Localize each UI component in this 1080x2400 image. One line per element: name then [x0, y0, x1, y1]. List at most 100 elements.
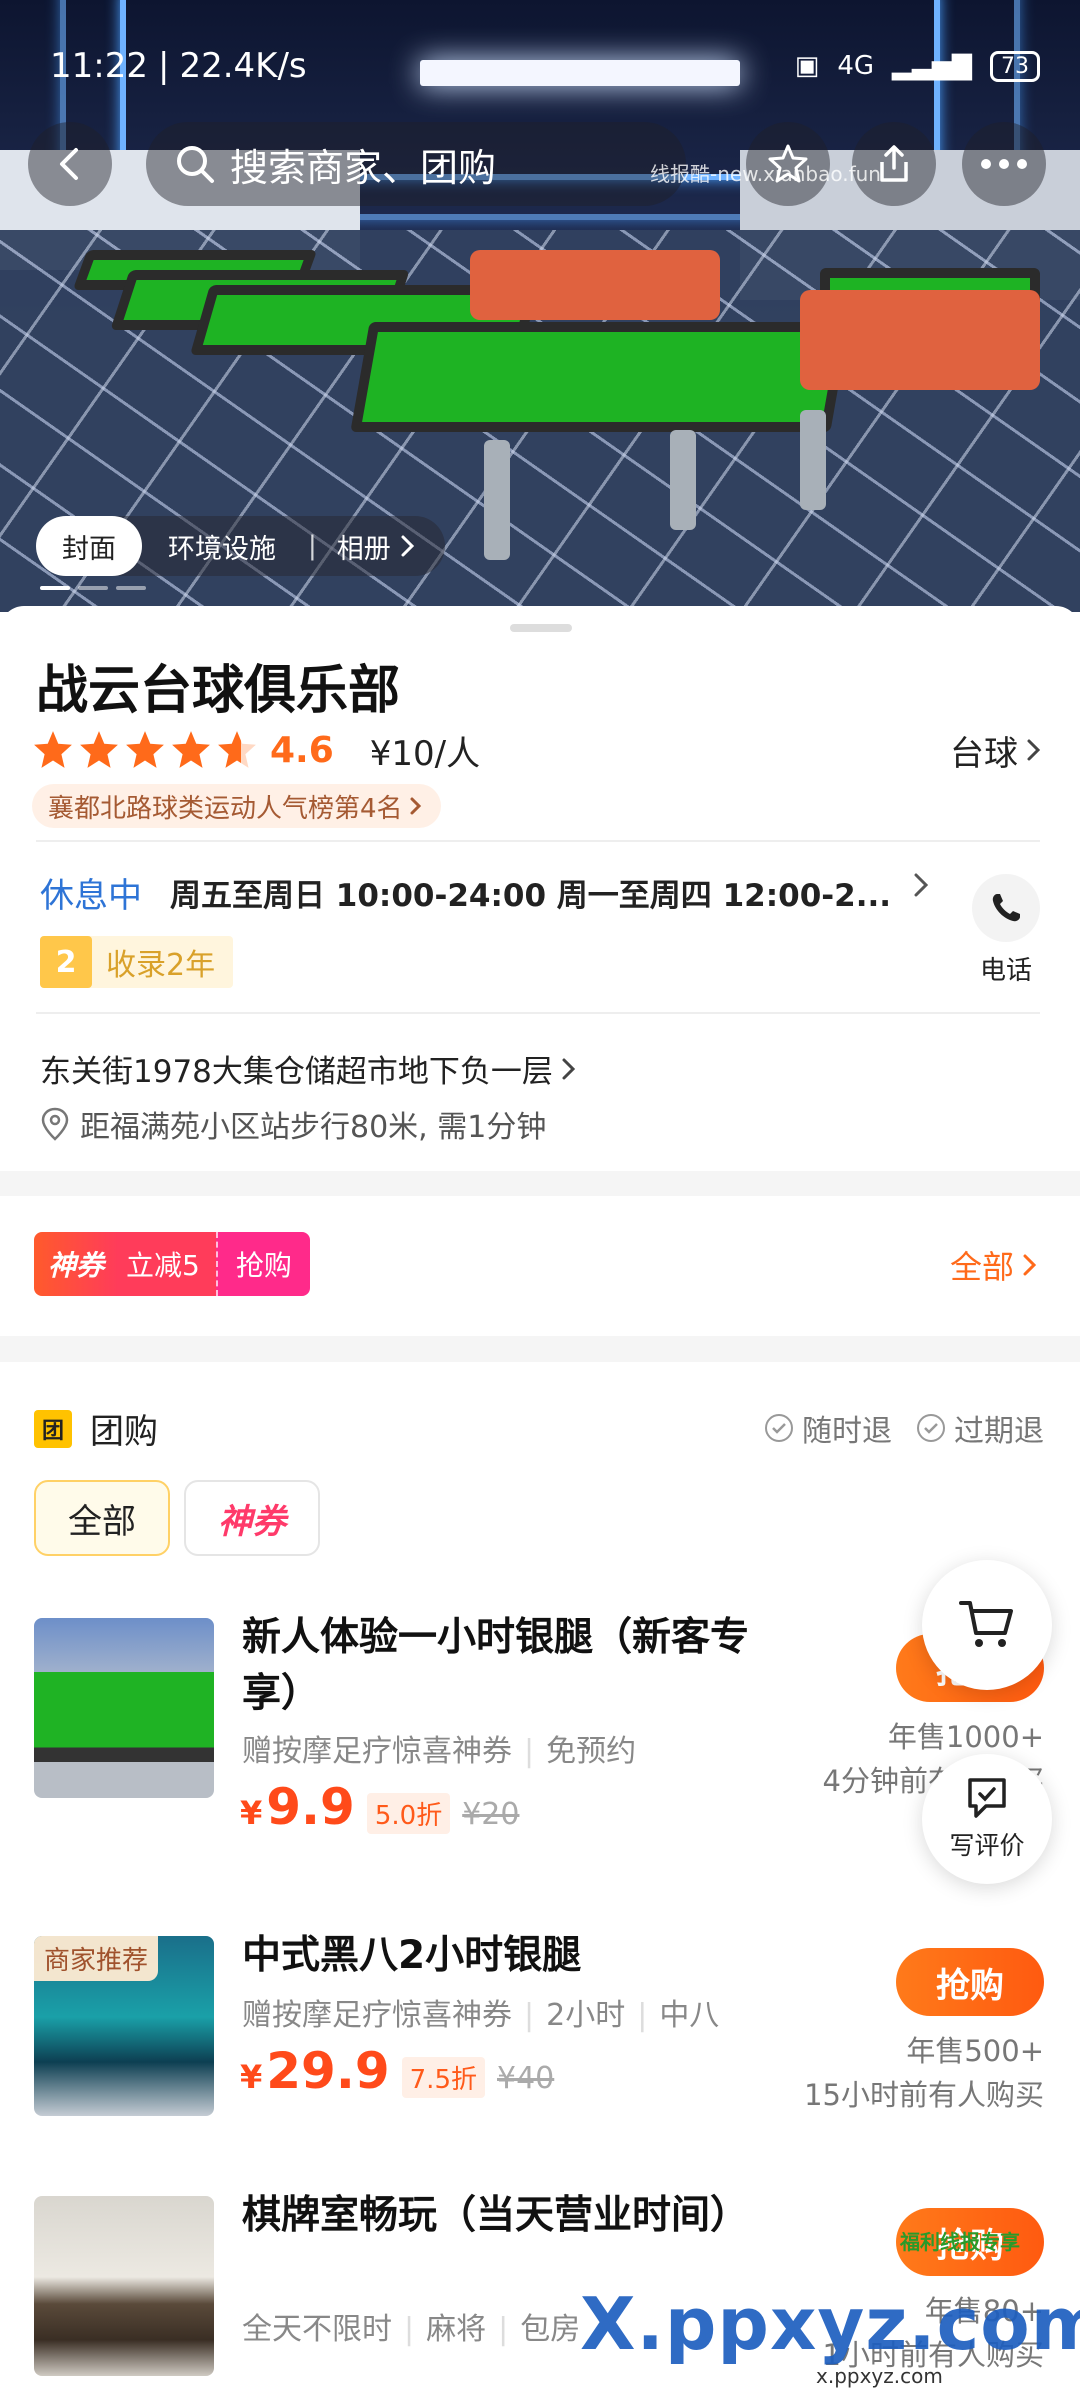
tag-separator: |	[637, 1998, 648, 2033]
search-placeholder: 搜索商家、团购	[230, 145, 497, 190]
search-box[interactable]: 搜索商家、团购	[146, 122, 686, 206]
hero-tab-album[interactable]: 相册	[323, 516, 419, 576]
divider	[36, 1012, 1040, 1014]
deal-tag: 全天不限时	[242, 2312, 392, 2347]
buy-button[interactable]: 抢购	[896, 1948, 1044, 2016]
tag-separator: |	[524, 1734, 535, 1769]
write-review-label: 写评价	[949, 1831, 1025, 1860]
distance-info: 距福满苑小区站步行80米, 需1分钟	[40, 1102, 546, 1146]
deal-price: ¥ 9.9 5.0折 ¥20	[240, 1778, 519, 1836]
deal-item[interactable]: 商家推荐 中式黑八2小时银腿 赠按摩足疗惊喜神券 | 2小时 | 中八 ¥ 29.9 7…	[0, 1933, 1080, 2156]
deal-item[interactable]: 新人体验一小时银腿（新客专享） 赠按摩足疗惊喜神券 | 免预约 ¥ 9.9 5.0折…	[0, 1615, 1080, 1838]
divider	[36, 840, 1040, 842]
merchant-recommend-badge: 商家推荐	[34, 1936, 159, 1981]
chevron-right-icon[interactable]	[910, 870, 932, 900]
phone-icon-circle	[972, 874, 1040, 942]
cart-icon	[959, 1601, 1013, 1647]
pager-dot	[78, 586, 108, 590]
hero-tab-environment[interactable]: 环境设施	[142, 516, 302, 576]
deal-original-price: ¥40	[497, 2061, 555, 2096]
phone-button[interactable]: 电话	[968, 874, 1044, 987]
business-hours-row[interactable]: 休息中 周五至周日 10:00-24:00 周一至周四 12:00-2...	[40, 862, 940, 922]
address-link[interactable]: 东关街1978大集仓储超市地下负一层	[40, 1046, 579, 1091]
coupon-discount: 立减5	[118, 1232, 216, 1296]
deal-tags: 全天不限时 | 麻将 | 包房	[242, 2304, 580, 2348]
rating-row: 4.6 ¥10/人 台球	[32, 722, 1044, 778]
tag-separator: |	[524, 1998, 535, 2033]
write-review-button[interactable]: 写评价	[922, 1754, 1052, 1884]
check-circle-icon	[765, 1414, 793, 1442]
chevron-right-icon	[401, 535, 414, 557]
deal-discount: 5.0折	[366, 1793, 451, 1834]
shop-detail-page: 11:22 | 22.4K/s ▣ 4G ▂▃▅▇ 73 搜索商家、团购 线报酷…	[0, 0, 1080, 2400]
pager-dot	[116, 586, 146, 590]
deal-filters: 全部 神券	[34, 1480, 320, 1556]
deal-thumbnail	[34, 2196, 214, 2376]
category-label: 台球	[950, 733, 1018, 774]
policy-refund-anytime: 随时退	[764, 1406, 892, 1450]
price-per-person: ¥10/人	[369, 733, 481, 774]
coupon-chip[interactable]: 神券 立减5 抢购	[34, 1232, 310, 1296]
section-gap	[0, 1336, 1080, 1362]
back-arrow-icon	[60, 148, 78, 180]
star-full-icon	[80, 731, 118, 768]
shop-name: 战云台球俱乐部	[36, 661, 401, 721]
phone-icon	[992, 894, 1020, 922]
chevron-right-icon	[410, 797, 421, 815]
chevron-right-icon	[1027, 739, 1041, 761]
drag-handle[interactable]	[510, 624, 572, 632]
star-full-icon	[34, 731, 72, 768]
battery-indicator: 73	[990, 50, 1040, 82]
hero-tab-cover[interactable]: 封面	[36, 516, 142, 576]
pool-table-front	[350, 322, 850, 432]
deal-title: 新人体验一小时银腿（新客专享）	[242, 1615, 750, 1716]
phone-label: 电话	[979, 956, 1032, 986]
rating-stars	[32, 729, 258, 771]
hero-tabs: 封面 环境设施 | 相册	[36, 516, 445, 576]
deal-tag: 麻将	[426, 2312, 487, 2347]
years-listed-badge: 2 收录2年	[40, 936, 234, 988]
deal-current-price: 9.9	[266, 1778, 355, 1836]
location-pin-icon	[41, 1107, 69, 1141]
distance-text: 距福满苑小区站步行80米, 需1分钟	[80, 1110, 547, 1145]
status-network-speed: 22.4K/s	[179, 46, 307, 86]
deal-recent-purchase: 15小时前有人购买	[804, 2078, 1044, 2112]
star-full-icon	[126, 731, 164, 768]
hero-gallery[interactable]: 11:22 | 22.4K/s ▣ 4G ▂▃▅▇ 73 搜索商家、团购 线报酷…	[0, 0, 1080, 612]
signal-icon: ▂▃▅▇	[892, 51, 972, 81]
more-button[interactable]	[962, 122, 1046, 206]
hero-pager-dots	[40, 586, 146, 590]
coupon-all-link[interactable]: 全部	[950, 1242, 1040, 1288]
category-link[interactable]: 台球	[950, 726, 1044, 775]
ranking-text: 襄都北路球类运动人气榜第4名	[48, 793, 403, 824]
policy-refund-expired: 过期退	[916, 1406, 1044, 1450]
nfc-icon: ▣	[794, 51, 820, 81]
ranking-badge[interactable]: 襄都北路球类运动人气榜第4名	[32, 784, 441, 828]
deal-current-price: 29.9	[266, 2042, 390, 2100]
watermark-logo-text: ppxyz.com	[664, 2282, 1080, 2366]
coupon-grab-button[interactable]: 抢购	[215, 1232, 310, 1296]
chevron-right-icon	[562, 1058, 576, 1079]
deal-thumbnail	[34, 1618, 214, 1798]
coupon-section: 神券 立减5 抢购 全部	[0, 1196, 1080, 1336]
more-dots-icon	[981, 159, 1027, 169]
shop-info-card: 战云台球俱乐部 4.6 ¥10/人 台球 襄都北路球类运动人气榜第4名 休息中 …	[0, 606, 1080, 1171]
pager-dot	[40, 586, 70, 590]
status-separator: |	[157, 46, 170, 86]
status-bar: 11:22 | 22.4K/s ▣ 4G ▂▃▅▇ 73	[50, 44, 1040, 88]
deal-tag: 免预约	[546, 1734, 637, 1769]
top-navbar: 搜索商家、团购	[0, 122, 1080, 206]
back-button[interactable]	[28, 122, 112, 206]
business-hours: 周五至周日 10:00-24:00 周一至周四 12:00-2...	[170, 877, 892, 914]
filter-super-coupon[interactable]: 神券	[184, 1480, 320, 1556]
network-type: 4G	[837, 51, 875, 81]
deal-tags: 赠按摩足疗惊喜神券 | 2小时 | 中八	[242, 1990, 719, 2034]
cart-button[interactable]	[922, 1560, 1052, 1690]
deal-tag: 中八	[659, 1998, 720, 2033]
group-buy-header: 团 团购	[34, 1404, 158, 1453]
edit-review-icon	[968, 1778, 1006, 1818]
filter-all[interactable]: 全部	[34, 1480, 170, 1556]
deal-tag: 2小时	[546, 1998, 626, 2033]
deal-tags: 赠按摩足疗惊喜神券 | 免预约	[242, 1726, 636, 1770]
deal-tag: 包房	[520, 2312, 581, 2347]
